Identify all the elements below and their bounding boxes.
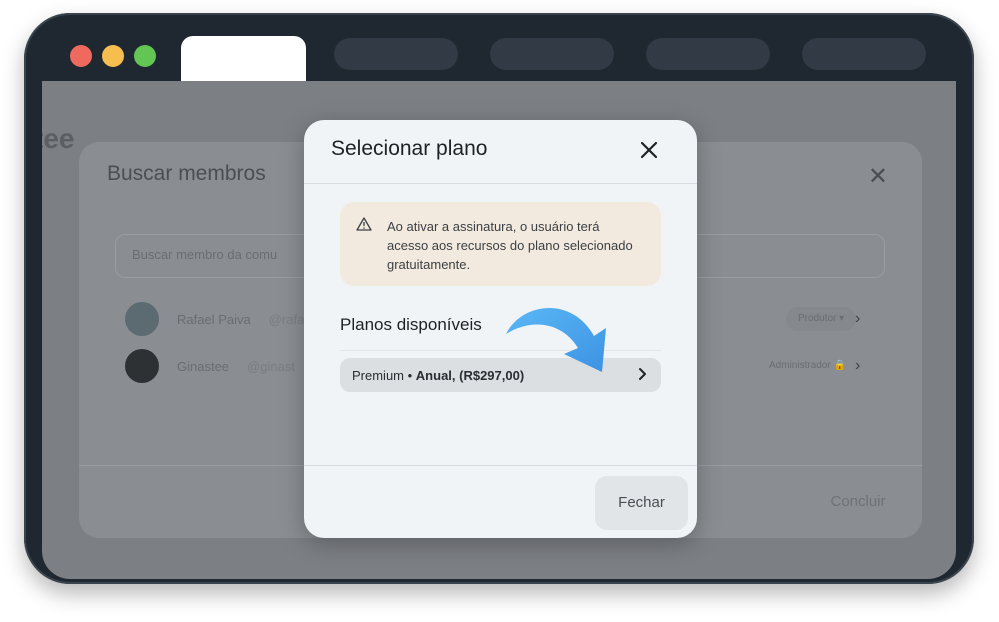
warning-icon [356,216,372,232]
plans-heading: Planos disponíveis [340,315,482,334]
browser-tab[interactable] [802,38,926,70]
modal-title: Selecionar plano [331,137,488,160]
member-row[interactable]: Ginastee @ginast [125,349,295,383]
role-text: Administrador [769,360,831,371]
close-window-icon[interactable] [70,45,92,67]
chevron-right-icon[interactable]: › [855,310,860,328]
member-row[interactable]: Rafael Paiva @rafa [125,302,304,336]
browser-tab-active[interactable] [181,36,306,81]
member-name: Rafael Paiva [177,311,251,327]
plan-name: Premium [352,367,405,383]
window-controls [70,45,156,67]
minimize-window-icon[interactable] [102,45,124,67]
role-select[interactable]: Produtor ▾ [786,307,857,331]
member-name: Ginastee [177,358,230,374]
pointer-arrow-icon [506,307,606,372]
lock-icon: 🔒 [833,360,846,371]
select-plan-modal: Selecionar plano Ao ativar a assinatura,… [304,120,697,538]
alert-text: Ao ativar a assinatura, o usuário terá a… [387,219,633,272]
browser-tab[interactable] [646,38,770,70]
close-icon[interactable] [637,138,661,162]
chevron-right-icon [635,367,649,384]
plan-label: Premium • Anual, (R$297,00) [352,368,524,383]
divider [304,183,697,184]
concluir-button[interactable]: Concluir [810,477,906,527]
close-icon[interactable]: ✕ [868,162,888,191]
plan-separator: • [404,367,416,383]
browser-tab[interactable] [334,38,458,70]
info-alert: Ao ativar a assinatura, o usuário terá a… [340,202,661,286]
page-title: tee [42,123,75,154]
member-handle: @rafa [268,311,305,327]
avatar [125,349,159,383]
role-label: Administrador 🔒 [769,360,846,371]
avatar [125,302,159,336]
member-handle: @ginast [247,358,295,374]
fechar-button[interactable]: Fechar [595,476,688,530]
maximize-window-icon[interactable] [134,45,156,67]
chevron-right-icon[interactable]: › [855,357,860,375]
browser-tab[interactable] [490,38,614,70]
members-modal-title: Buscar membros [107,162,266,185]
divider [304,465,697,466]
